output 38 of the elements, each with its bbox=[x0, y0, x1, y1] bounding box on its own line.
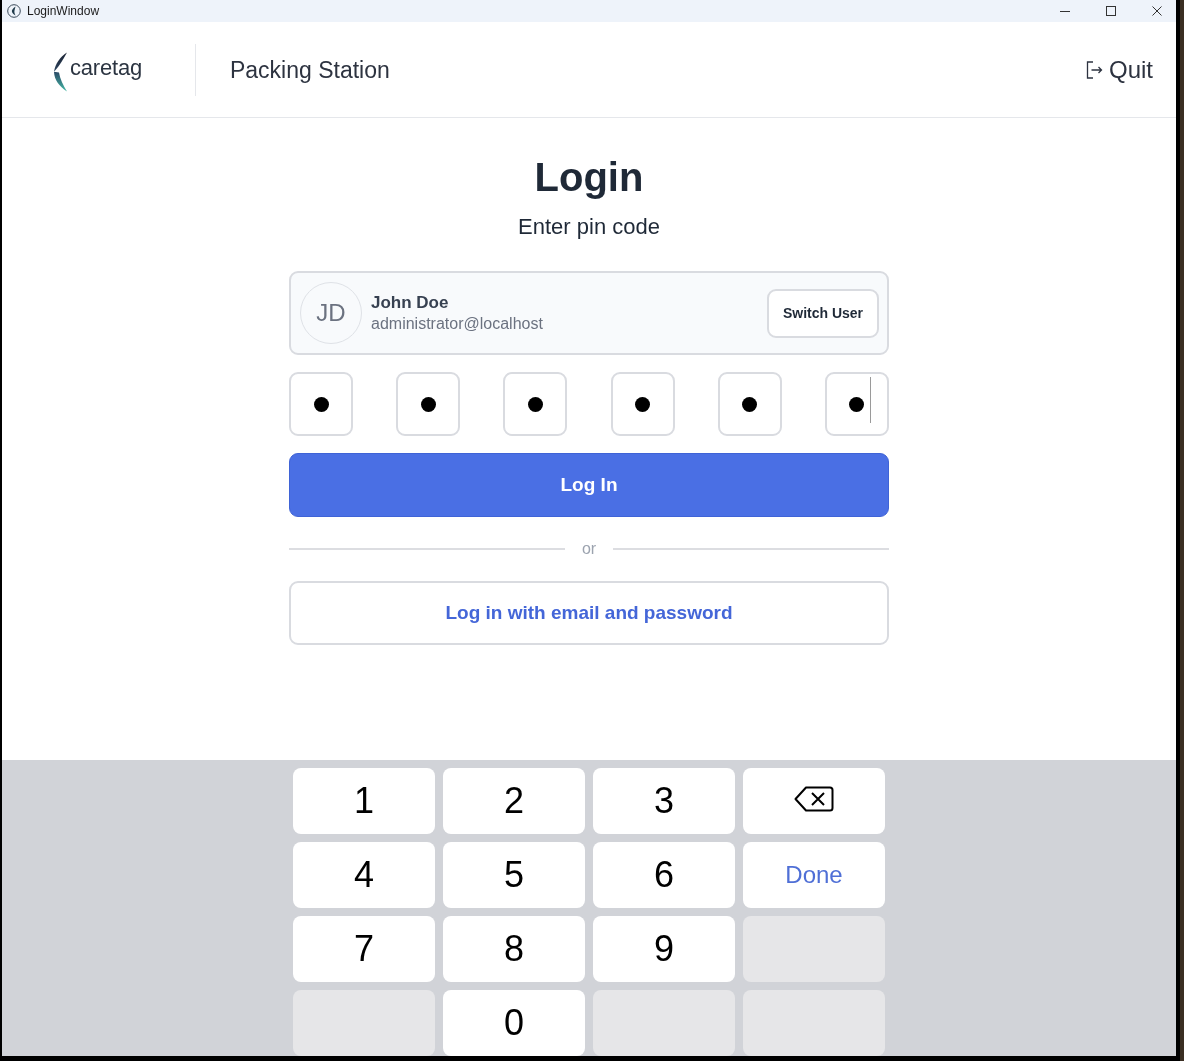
avatar: JD bbox=[300, 282, 362, 344]
digit-key[interactable]: 2 bbox=[443, 768, 585, 834]
digit-key[interactable]: 8 bbox=[443, 916, 585, 982]
pin-field[interactable] bbox=[503, 372, 568, 436]
divider-label: or bbox=[580, 539, 598, 559]
digit-key[interactable]: 1 bbox=[293, 768, 435, 834]
digit-key[interactable]: 9 bbox=[593, 916, 735, 982]
digit-key[interactable]: 0 bbox=[443, 990, 585, 1056]
pin-field[interactable] bbox=[610, 372, 675, 436]
backspace-icon bbox=[794, 786, 834, 812]
exit-icon bbox=[1086, 60, 1103, 79]
done-key[interactable]: Done bbox=[743, 842, 885, 908]
digit-key[interactable]: 6 bbox=[593, 842, 735, 908]
close-icon bbox=[1152, 6, 1162, 16]
station-title: Packing Station bbox=[230, 55, 390, 85]
quit-button[interactable]: Quit bbox=[1086, 54, 1153, 85]
digit-key[interactable]: 5 bbox=[443, 842, 585, 908]
pin-field[interactable] bbox=[289, 372, 353, 436]
pin-field[interactable] bbox=[396, 372, 461, 436]
login-button[interactable]: Log In bbox=[289, 453, 889, 517]
maximize-icon bbox=[1106, 6, 1116, 16]
backspace-key[interactable] bbox=[743, 768, 885, 834]
app-icon bbox=[7, 4, 21, 18]
page-subtitle: Enter pin code bbox=[518, 213, 660, 241]
leaf-logo-icon bbox=[53, 51, 69, 92]
pin-field[interactable] bbox=[824, 372, 889, 436]
digit-key[interactable]: 3 bbox=[593, 768, 735, 834]
minimize-icon bbox=[1060, 10, 1070, 12]
window-title: LoginWindow bbox=[27, 4, 100, 18]
email-login-button[interactable]: Log in with email and password bbox=[289, 581, 889, 645]
user-email: administrator@localhost bbox=[371, 314, 544, 334]
logo-text: caretag bbox=[70, 53, 142, 82]
switch-user-button[interactable]: Switch User bbox=[767, 288, 879, 338]
pin-field[interactable] bbox=[717, 372, 782, 436]
page-title: Login bbox=[534, 154, 644, 201]
digit-key[interactable]: 7 bbox=[293, 916, 435, 982]
user-name: John Doe bbox=[371, 292, 450, 314]
digit-key[interactable]: 4 bbox=[293, 842, 435, 908]
